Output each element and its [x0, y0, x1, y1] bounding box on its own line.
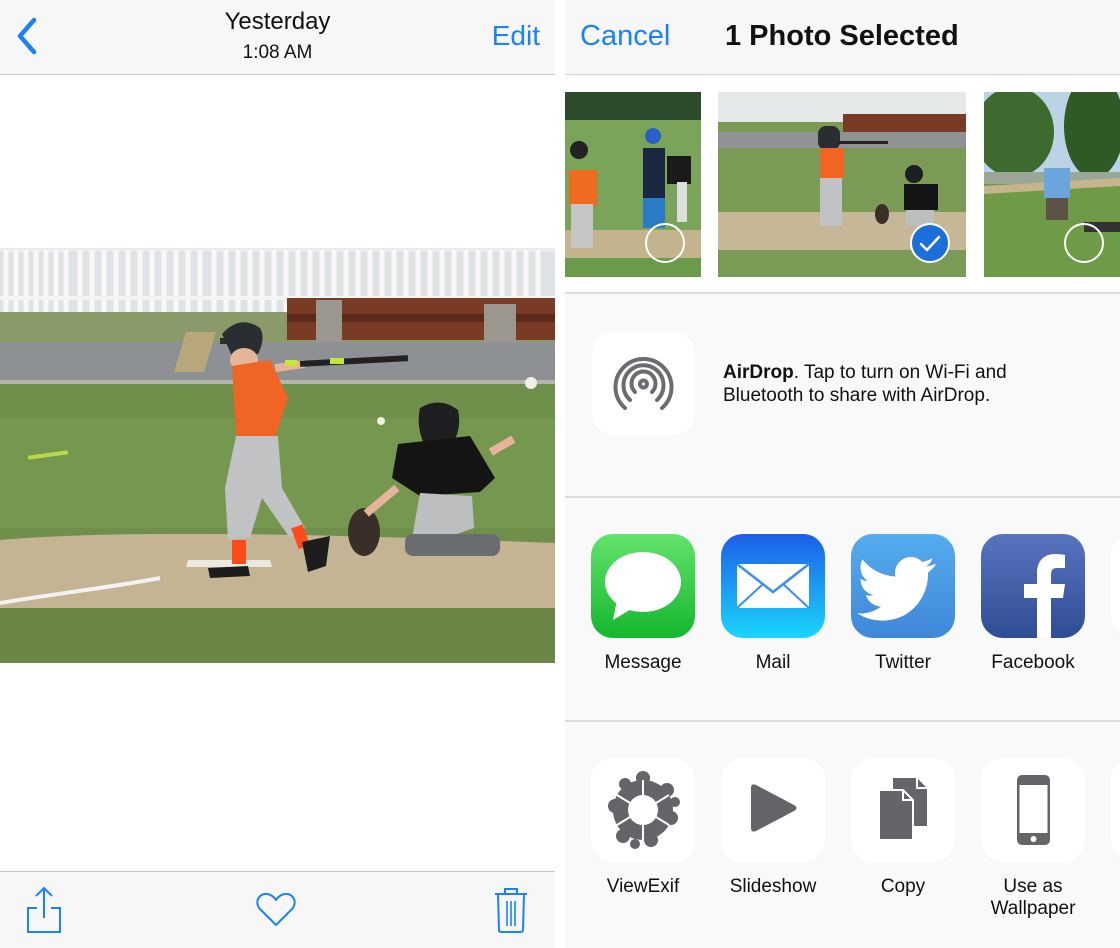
selection-count-title: 1 Photo Selected	[725, 20, 959, 52]
thumbnail-photo[interactable]	[565, 92, 701, 277]
heart-icon	[256, 892, 296, 926]
share-app-more-partial[interactable]	[1098, 534, 1120, 638]
phone-icon	[981, 758, 1085, 862]
app-label: Twitter	[875, 652, 931, 673]
app-label: Facebook	[991, 652, 1075, 673]
app-label: Mail	[755, 652, 791, 673]
photo-date-title: Yesterday	[224, 8, 331, 35]
photo-nav-bar: Yesterday 1:08 AM Edit	[0, 0, 555, 75]
action-label: Copy	[880, 876, 926, 897]
favorite-button[interactable]	[256, 892, 296, 928]
action-more-partial[interactable]	[1098, 758, 1120, 862]
action-label: Slideshow	[729, 876, 817, 897]
airdrop-message: AirDrop. Tap to turn on Wi-Fi and Blueto…	[723, 361, 1083, 407]
trash-icon	[495, 888, 527, 933]
photo-toolbar	[0, 871, 555, 948]
action-copy[interactable]: Copy	[838, 758, 968, 898]
share-icon	[27, 886, 61, 933]
app-label: Message	[604, 652, 682, 673]
share-apps-row[interactable]: Message Mail Twitter Facebook	[565, 500, 1120, 722]
checkmark-icon	[919, 235, 941, 252]
thumbnail-photo-selected[interactable]	[718, 92, 966, 277]
puzzle-ring-icon	[591, 758, 695, 862]
delete-button[interactable]	[494, 886, 528, 934]
screen: Yesterday 1:08 AM Edit Cancel 1 Photo Se…	[0, 0, 1120, 948]
play-icon	[721, 758, 825, 862]
cancel-button[interactable]: Cancel	[580, 20, 670, 53]
action-viewexif[interactable]: ViewExif	[578, 758, 708, 898]
action-label-line2: Wallpaper	[990, 898, 1076, 919]
share-button[interactable]	[26, 886, 62, 934]
twitter-icon	[851, 534, 955, 638]
select-circle[interactable]	[645, 223, 685, 263]
share-app-twitter[interactable]: Twitter	[838, 534, 968, 674]
airdrop-section: AirDrop. Tap to turn on Wi-Fi and Blueto…	[565, 296, 1120, 498]
photo-time-subtitle: 1:08 AM	[242, 42, 313, 63]
select-circle[interactable]	[1064, 223, 1104, 263]
share-app-mail[interactable]: Mail	[708, 534, 838, 674]
main-photo[interactable]	[0, 248, 555, 663]
airdrop-label: AirDrop	[723, 362, 794, 383]
edit-button[interactable]: Edit	[492, 20, 540, 52]
share-sheet-panel: Cancel 1 Photo Selected AirDrop. Tap to …	[565, 0, 1120, 948]
more-action-icon	[1111, 758, 1120, 862]
photo-viewer-panel: Yesterday 1:08 AM Edit	[0, 0, 555, 948]
share-app-message[interactable]: Message	[578, 534, 708, 674]
airdrop-icon	[613, 357, 674, 410]
share-app-facebook[interactable]: Facebook	[968, 534, 1098, 674]
message-icon	[591, 534, 695, 638]
actions-row[interactable]: ViewExif Slideshow Copy Use as Wallpaper	[565, 724, 1120, 948]
airdrop-button[interactable]	[592, 332, 695, 435]
more-app-icon	[1111, 534, 1120, 638]
copy-icon	[851, 758, 955, 862]
share-nav-bar: Cancel 1 Photo Selected	[565, 0, 1120, 75]
action-label-line1: Use as	[1003, 876, 1063, 897]
facebook-icon	[981, 534, 1085, 638]
action-label: ViewExif	[606, 876, 680, 897]
action-slideshow[interactable]: Slideshow	[708, 758, 838, 898]
baseball-photo	[0, 248, 555, 663]
selected-check[interactable]	[910, 223, 950, 263]
thumbnail-photo[interactable]	[984, 92, 1120, 277]
photo-selection-strip[interactable]	[565, 76, 1120, 294]
action-use-as-wallpaper[interactable]: Use as Wallpaper	[968, 758, 1098, 920]
mail-icon	[721, 534, 825, 638]
